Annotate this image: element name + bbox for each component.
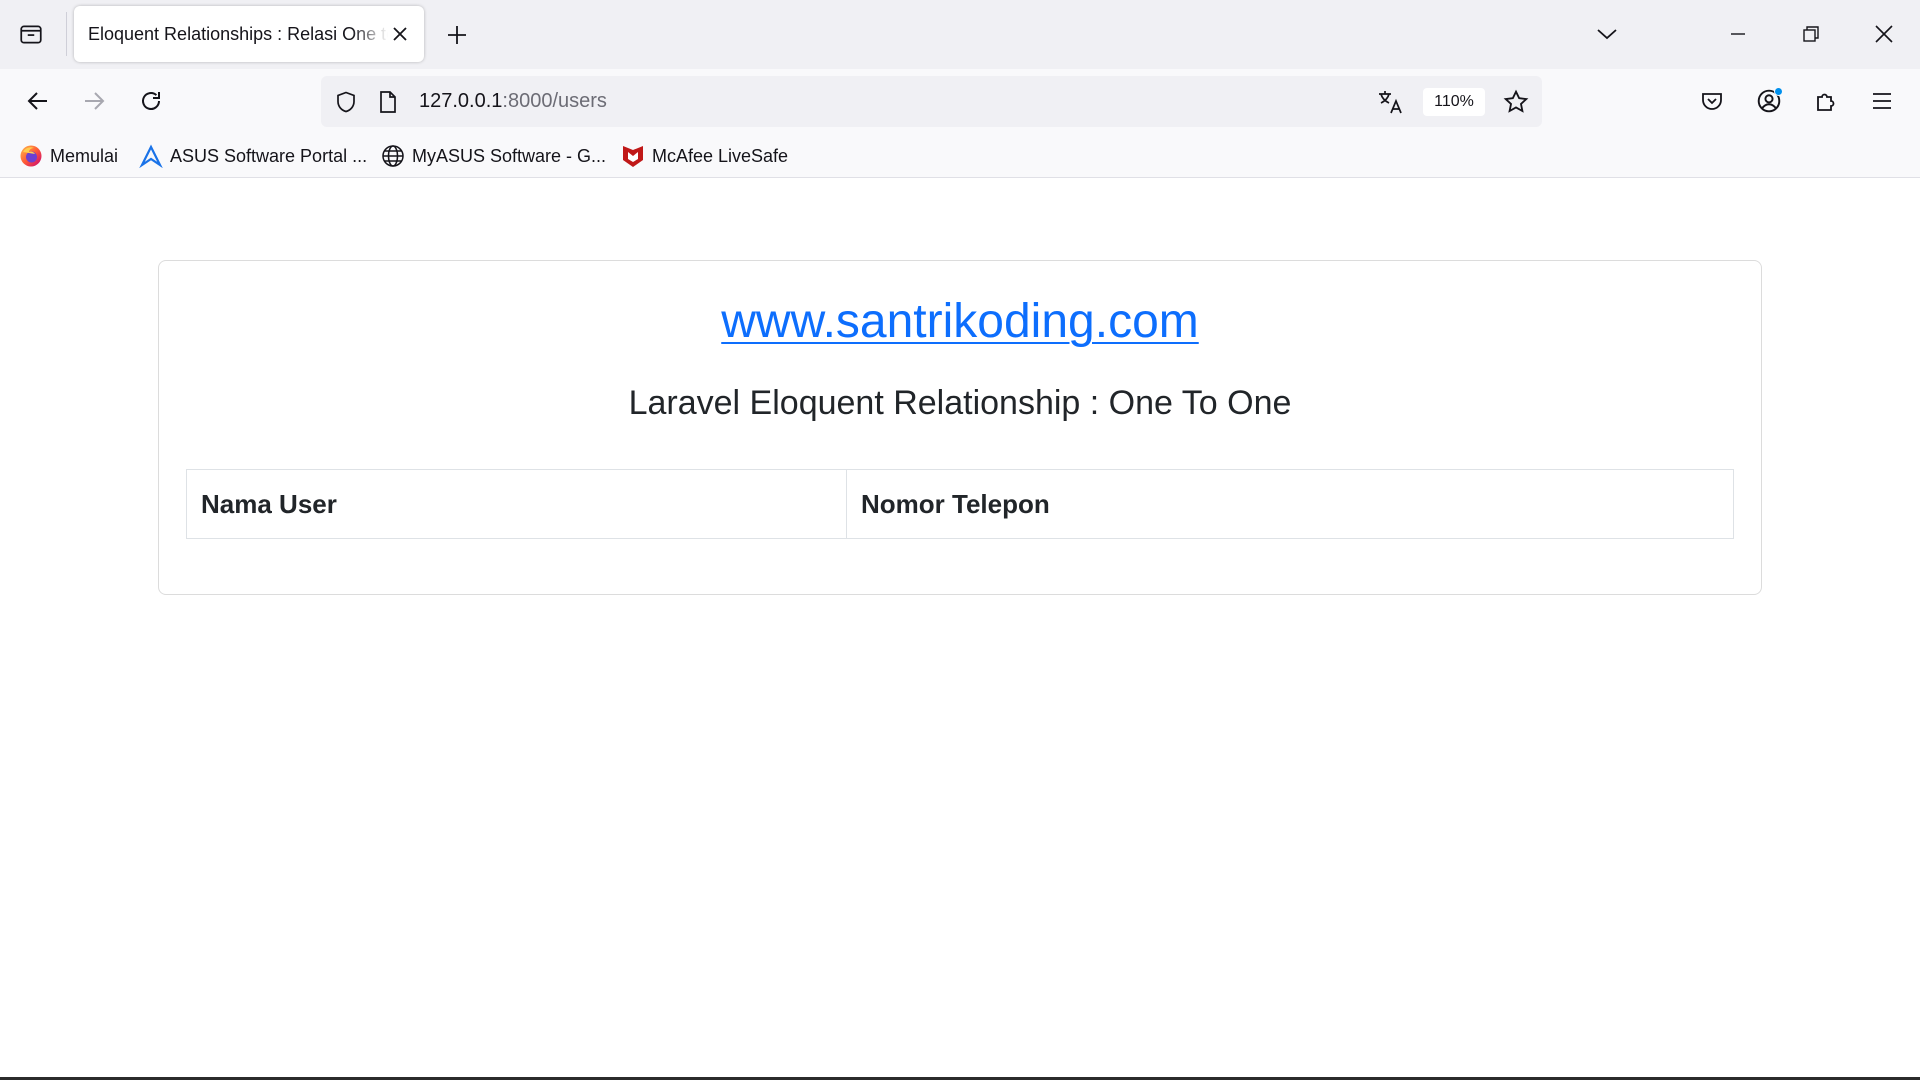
restore-icon [1803, 26, 1819, 42]
mcafee-icon [620, 143, 646, 169]
notification-dot [1774, 87, 1783, 96]
arrow-right-icon [85, 92, 105, 110]
close-icon [1875, 25, 1893, 43]
navigation-toolbar: 127.0.0.1:8000/users 110% [0, 69, 1920, 134]
users-table: Nama User Nomor Telepon [186, 469, 1734, 539]
url-text[interactable]: 127.0.0.1:8000/users [419, 76, 607, 127]
pocket-icon [1702, 93, 1722, 110]
shield-icon[interactable] [333, 89, 359, 115]
bookmark-memulai[interactable]: Memulai [18, 134, 118, 178]
puzzle-icon [1817, 93, 1835, 111]
tab-close-button[interactable] [388, 22, 412, 46]
zoom-level-button[interactable]: 110% [1423, 88, 1485, 116]
bookmark-label: MyASUS Software - G... [412, 145, 607, 166]
forward-button[interactable] [74, 81, 114, 121]
bookmark-label: Memulai [50, 145, 119, 166]
tab-strip: Eloquent Relationships : Relasi One to O… [0, 0, 1920, 69]
translate-icon[interactable] [1377, 89, 1403, 115]
hamburger-menu-icon [1873, 93, 1891, 109]
address-bar[interactable]: 127.0.0.1:8000/users 110% [321, 76, 1542, 127]
tab-title: Eloquent Relationships : Relasi One to O… [88, 24, 388, 44]
bookmarks-toolbar: Memulai ASUS Software Portal ... MyASUS … [0, 134, 1920, 178]
column-header-nomor-telepon: Nomor Telepon [846, 469, 1734, 539]
restore-button[interactable] [1787, 10, 1835, 58]
pocket-button[interactable] [1692, 81, 1732, 121]
minimize-button[interactable] [1714, 10, 1762, 58]
bookmark-myasus-software[interactable]: MyASUS Software - G... [380, 134, 606, 178]
page-subtitle: Laravel Eloquent Relationship : One To O… [628, 384, 1292, 422]
extensions-button[interactable] [1806, 81, 1846, 121]
minimize-icon [1731, 33, 1745, 35]
url-path: :8000/users [502, 90, 607, 112]
reload-button[interactable] [131, 81, 171, 121]
site-link[interactable]: www.santrikoding.com [159, 293, 1761, 351]
close-icon [393, 27, 407, 41]
url-host: 127.0.0.1 [419, 90, 503, 112]
bookmark-label: ASUS Software Portal ... [170, 145, 368, 166]
globe-icon [380, 143, 406, 169]
close-window-button[interactable] [1860, 10, 1908, 58]
list-all-tabs-button[interactable] [1583, 10, 1631, 58]
page-icon[interactable] [375, 89, 401, 115]
bookmark-label: McAfee LiveSafe [652, 145, 789, 166]
tab-separator [66, 12, 67, 56]
bookmark-asus-software-portal[interactable]: ASUS Software Portal ... [138, 134, 367, 178]
table-header-row: Nama User Nomor Telepon [186, 469, 1734, 539]
bookmark-star-icon[interactable] [1503, 89, 1529, 115]
bookmark-mcafee-livesafe[interactable]: McAfee LiveSafe [620, 134, 788, 178]
firefox-icon [18, 143, 44, 169]
active-tab[interactable]: Eloquent Relationships : Relasi One to O… [74, 6, 424, 62]
firefox-view-icon [20, 25, 42, 44]
plus-icon [448, 26, 466, 44]
new-tab-button[interactable] [440, 18, 474, 52]
content-card: www.santrikoding.com Laravel Eloquent Re… [158, 260, 1762, 595]
column-header-nama-user: Nama User [186, 469, 847, 539]
arrow-left-icon [27, 92, 47, 110]
back-button[interactable] [18, 81, 58, 121]
account-button[interactable] [1749, 81, 1789, 121]
reload-icon [142, 92, 160, 110]
asus-icon [138, 143, 164, 169]
chevron-down-icon [1597, 29, 1617, 40]
firefox-view-button[interactable] [14, 17, 48, 51]
app-menu-button[interactable] [1862, 81, 1902, 121]
